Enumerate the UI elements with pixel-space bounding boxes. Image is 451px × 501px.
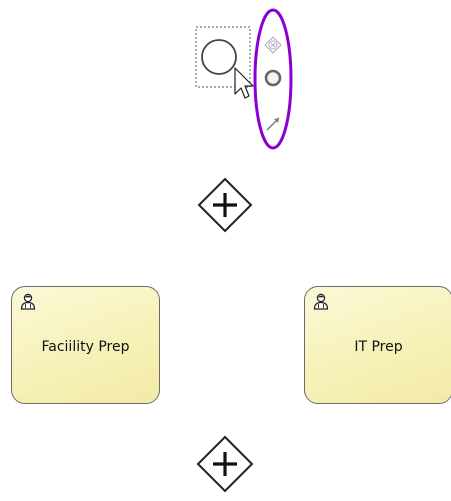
user-task-icon [313,293,329,310]
context-pad [252,8,296,150]
mouse-cursor-icon [234,67,254,99]
user-task-icon [20,293,36,310]
exclusive-gateway-icon[interactable] [264,36,282,54]
parallel-gateway-top[interactable] [190,177,262,235]
task-label: IT Prep [354,339,403,355]
start-event [201,39,237,75]
end-event-icon[interactable] [263,68,283,88]
task-faciility-prep[interactable]: Faciility Prep [11,286,160,404]
bpmn-canvas[interactable]: Faciility Prep IT Prep [0,0,451,501]
connect-arrow-icon[interactable] [265,114,283,132]
task-it-prep[interactable]: IT Prep [304,286,451,404]
parallel-gateway-bottom[interactable] [190,434,262,496]
task-label: Faciility Prep [41,339,130,355]
